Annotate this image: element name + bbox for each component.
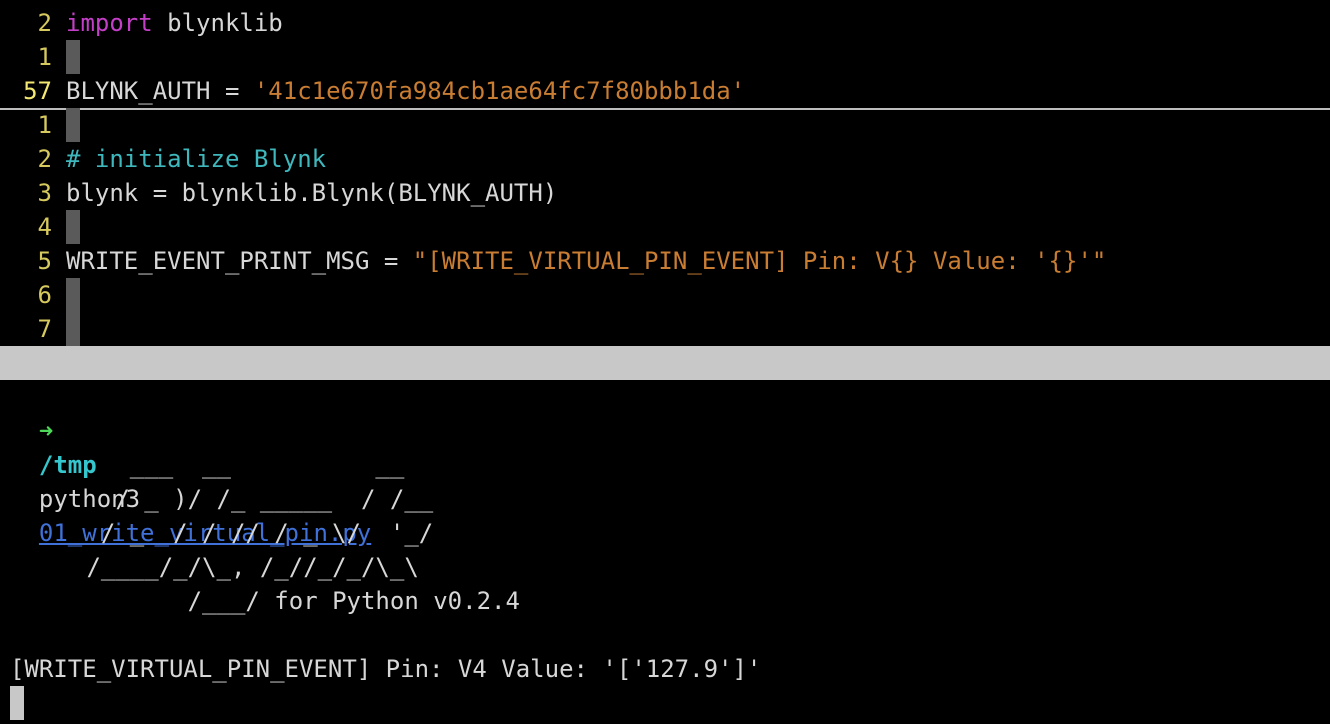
code-token: # initialize Blynk [66, 145, 327, 173]
line-number: 2 [37, 145, 52, 173]
code-token: import [66, 9, 153, 37]
line-number: 1 [37, 111, 52, 139]
prompt-arrow-icon: ➜ [38, 417, 54, 445]
banner-line: / _ / / // / _ \/ '_/ [72, 519, 434, 547]
line-code: import blynklib [66, 6, 283, 40]
editor-line[interactable]: 2 # initialize Blynk [0, 142, 1330, 176]
line-number: 4 [37, 213, 52, 241]
empty-line-marker [66, 312, 80, 346]
code-token: WRITE_EVENT_PRINT_MSG = [66, 247, 413, 275]
line-number: 7 [37, 315, 52, 343]
editor-line[interactable]: 1 [0, 108, 1330, 142]
line-number: 2 [37, 9, 52, 37]
line-number: 1 [37, 43, 52, 71]
editor-status-bar: 01_write_virtual_pin.py [0, 346, 1330, 411]
banner-line: /____/_/\_, /_//_/_/\_\ [72, 553, 419, 581]
banner-line: /___/ for Python v0.2.4 [72, 587, 520, 615]
line-code: blynk = blynklib.Blynk(BLYNK_AUTH) [66, 176, 557, 210]
banner-line: ___ __ __ [72, 451, 405, 479]
code-token: "[WRITE_VIRTUAL_PIN_EVENT] Pin: V{} Valu… [412, 247, 1107, 275]
terminal-output-line: [WRITE_VIRTUAL_PIN_EVENT] Pin: V4 Value:… [10, 655, 762, 683]
editor-line[interactable]: 1 [0, 40, 1330, 74]
empty-line-marker [66, 278, 80, 312]
editor-line[interactable]: 3 blynk = blynklib.Blynk(BLYNK_AUTH) [0, 176, 1330, 210]
editor-line[interactable]: 7 [0, 312, 1330, 346]
code-token: BLYNK_AUTH = [66, 77, 254, 105]
editor-line[interactable]: 5 WRITE_EVENT_PRINT_MSG = "[WRITE_VIRTUAL… [0, 244, 1330, 278]
line-code: BLYNK_AUTH = '41c1e670fa984cb1ae64fc7f80… [66, 74, 745, 108]
line-code: # initialize Blynk [66, 142, 326, 176]
line-code: WRITE_EVENT_PRINT_MSG = "[WRITE_VIRTUAL_… [66, 244, 1106, 278]
banner-line: / _ )/ /_ _____ / /__ [72, 485, 434, 513]
line-number: 5 [37, 247, 52, 275]
code-token: blynklib [152, 9, 283, 37]
line-number: 57 [23, 77, 52, 105]
line-number: 3 [37, 179, 52, 207]
editor-line[interactable]: 2 import blynklib [0, 6, 1330, 40]
terminal-cursor[interactable] [10, 686, 24, 720]
code-token: blynk = blynklib.Blynk(BLYNK_AUTH) [66, 179, 558, 207]
empty-line-marker [66, 108, 80, 142]
editor-line[interactable]: 4 [0, 210, 1330, 244]
editor-line[interactable]: 57 BLYNK_AUTH = '41c1e670fa984cb1ae64fc7f… [0, 74, 1330, 110]
line-number: 6 [37, 281, 52, 309]
editor-line[interactable]: 6 [0, 278, 1330, 312]
empty-line-marker [66, 40, 80, 74]
empty-line-marker [66, 210, 80, 244]
code-token: '41c1e670fa984cb1ae64fc7f80bbb1da' [253, 77, 746, 105]
